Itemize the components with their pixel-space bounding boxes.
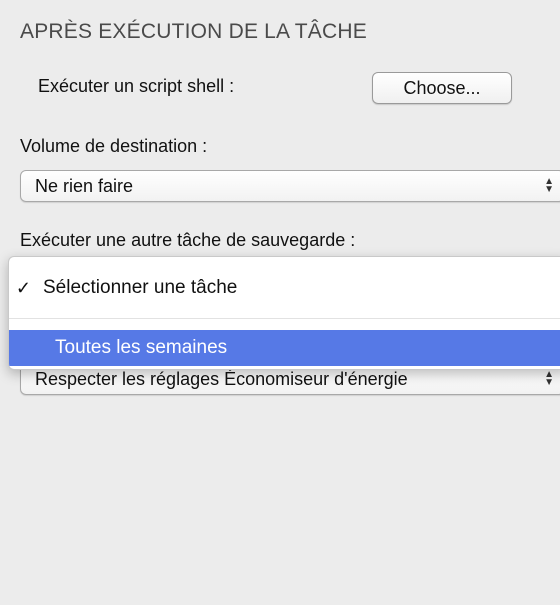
destination-volume-label: Volume de destination :: [20, 136, 208, 156]
menu-separator: [9, 318, 560, 319]
shell-script-label: Exécuter un script shell :: [38, 76, 235, 96]
destination-volume-popup[interactable]: Ne rien faire ▲ ▼: [20, 170, 560, 202]
checkmark-icon: ✓: [15, 277, 31, 298]
destination-volume-value: Ne rien faire: [35, 175, 134, 196]
menu-item-label: Sélectionner une tâche: [43, 277, 238, 298]
section-title: APRÈS EXÉCUTION DE LA TÂCHE: [20, 20, 367, 43]
energy-saver-value: Respecter les réglages Économiseur d'éne…: [35, 368, 408, 389]
other-task-menu: ✓ Sélectionner une tâche Toutes les sema…: [8, 256, 560, 370]
updown-arrows-icon: ▲ ▼: [544, 369, 554, 388]
menu-item-label: Toutes les semaines: [55, 337, 228, 358]
menu-item-select-task[interactable]: ✓ Sélectionner une tâche: [9, 269, 560, 307]
other-task-label: Exécuter une autre tâche de sauvegarde :: [20, 230, 356, 250]
menu-item-every-week[interactable]: Toutes les semaines: [9, 330, 560, 366]
updown-arrows-icon: ▲ ▼: [544, 176, 554, 195]
choose-script-button[interactable]: Choose...: [372, 72, 512, 104]
